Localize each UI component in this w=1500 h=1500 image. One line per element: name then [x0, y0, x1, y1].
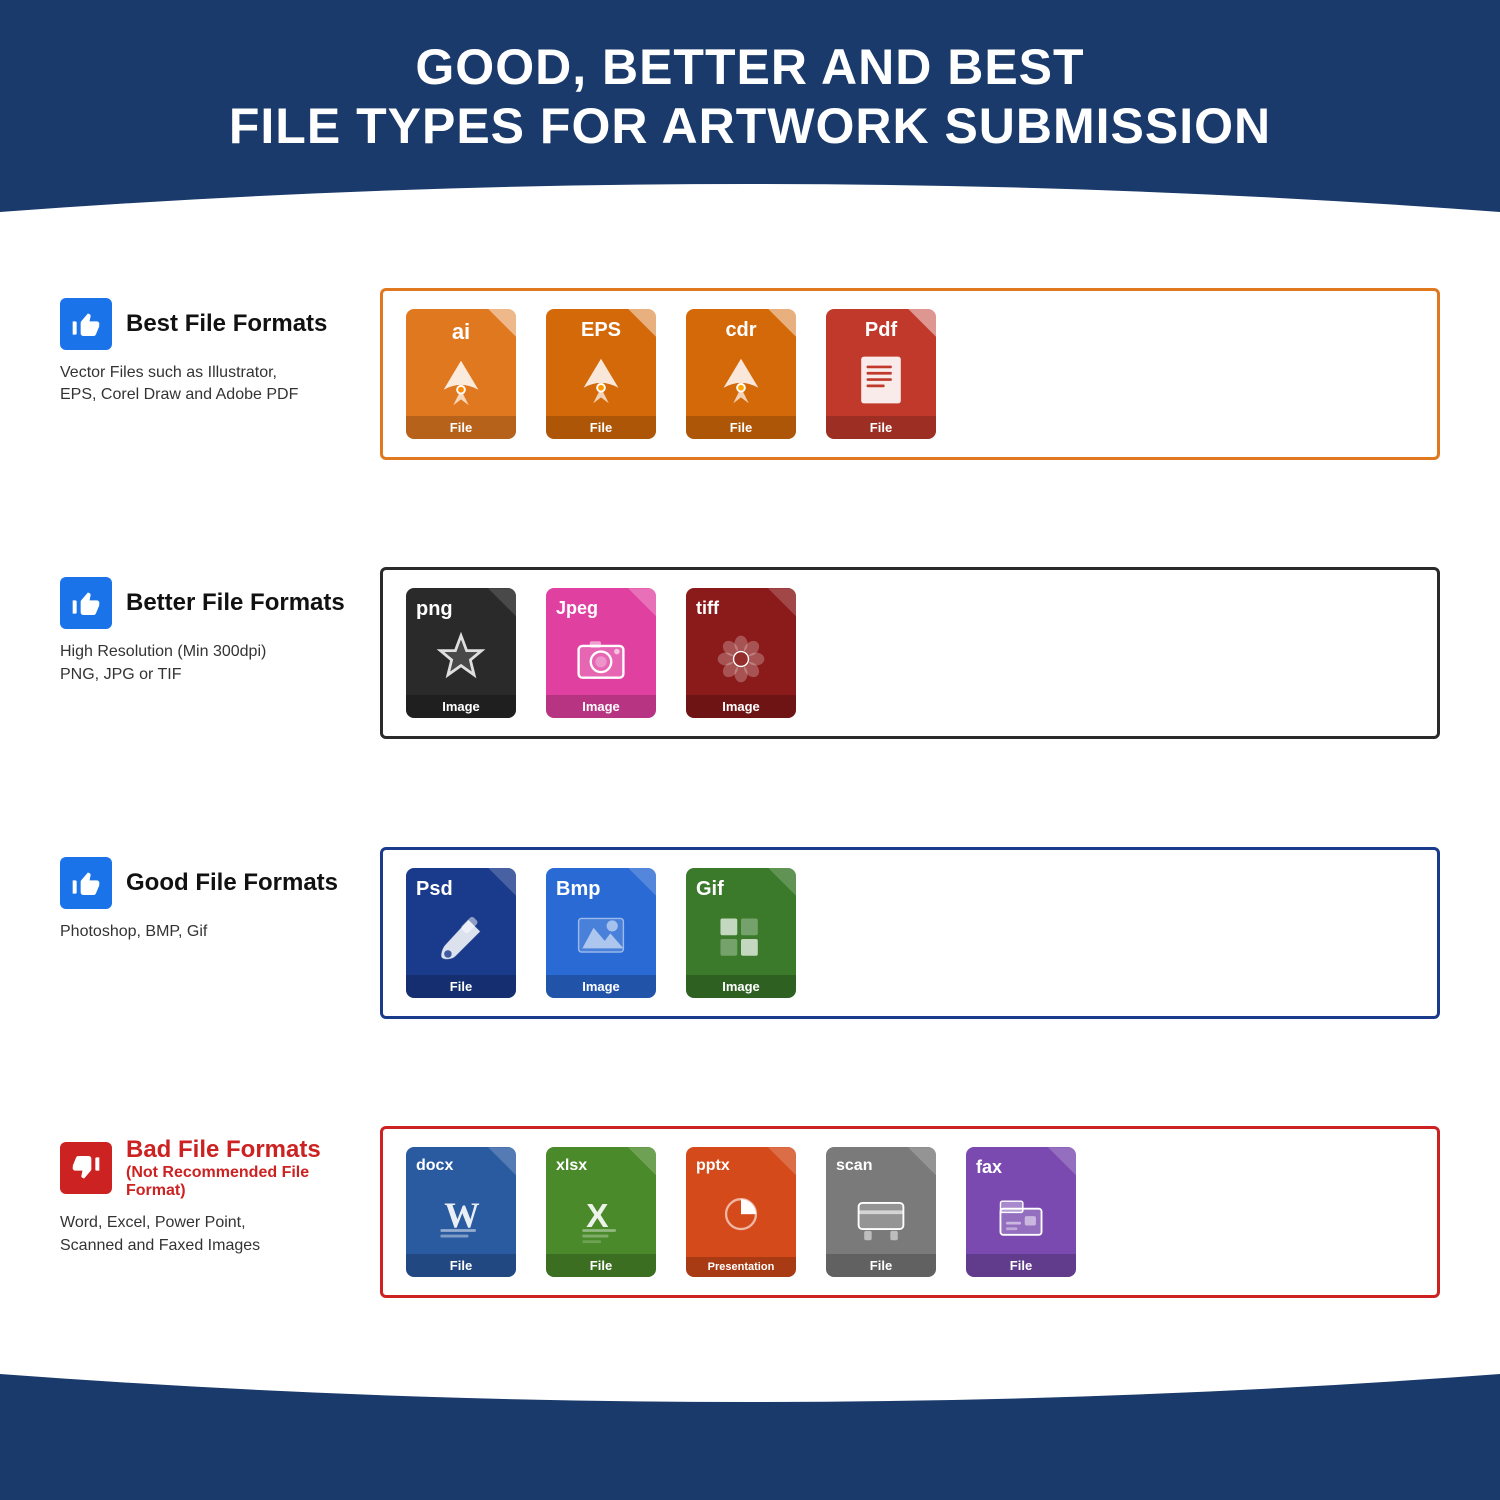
label-good: Good File Formats Photoshop, BMP, Gif [60, 847, 380, 1019]
files-bad: docx W File [380, 1126, 1440, 1298]
file-pdf: Pdf File [821, 309, 941, 439]
label-bad: Bad File Formats (Not Recommended File F… [60, 1126, 380, 1298]
files-best: ai File [380, 288, 1440, 460]
thumbup-icon-good [60, 857, 112, 909]
label-tiff: Image [686, 695, 796, 718]
label-better: Better File Formats High Resolution (Min… [60, 567, 380, 739]
label-eps: File [546, 416, 656, 439]
star-icon-png [433, 632, 489, 688]
pen-nib-icon-cdr [712, 351, 770, 409]
label-fax: File [966, 1254, 1076, 1277]
row-best: Best File Formats Vector Files such as I… [60, 288, 1440, 460]
ppt-icon [713, 1188, 769, 1244]
thumbdown-icon-bad [60, 1142, 112, 1194]
file-ai: ai File [401, 309, 521, 439]
title-better: Better File Formats [126, 589, 345, 617]
content-rows: Best File Formats Vector Files such as I… [0, 212, 1500, 1374]
title-best: Best File Formats [126, 310, 327, 338]
file-scan: scan File [821, 1147, 941, 1277]
files-better: png Image Jpeg [380, 567, 1440, 739]
label-docx: File [406, 1254, 516, 1277]
grid-icon-gif [713, 911, 769, 967]
desc-bad: Word, Excel, Power Point,Scanned and Fax… [60, 1212, 360, 1257]
label-header-good: Good File Formats [60, 857, 360, 909]
file-jpeg: Jpeg Image [541, 588, 661, 718]
scanner-icon [853, 1188, 909, 1244]
files-good: Psd File [380, 847, 1440, 1019]
label-ai: File [406, 416, 516, 439]
file-gif: Gif Image [681, 868, 801, 998]
label-best: Best File Formats Vector Files such as I… [60, 288, 380, 460]
file-bmp: Bmp Image [541, 868, 661, 998]
thumbdown-svg [70, 1152, 102, 1184]
bottom-banner [0, 1430, 1500, 1500]
file-eps: EPS File [541, 309, 661, 439]
label-xlsx: File [546, 1254, 656, 1277]
camera-icon-jpeg [573, 631, 629, 687]
curve-bottom [0, 1374, 1500, 1430]
label-cdr: File [686, 416, 796, 439]
file-tiff: tiff [681, 588, 801, 718]
pen-nib-icon-ai [432, 353, 490, 411]
row-bad: Bad File Formats (Not Recommended File F… [60, 1126, 1440, 1298]
title-good: Good File Formats [126, 869, 338, 897]
row-better: Better File Formats High Resolution (Min… [60, 567, 1440, 739]
file-png: png Image [401, 588, 521, 718]
flower-icon-tiff [713, 631, 769, 687]
thumbup-svg-better [70, 587, 102, 619]
excel-icon: X [573, 1188, 629, 1244]
mountain-icon-bmp [573, 911, 629, 967]
file-docx: docx W File [401, 1147, 521, 1277]
title-bad: Bad File Formats [126, 1136, 360, 1164]
desc-good: Photoshop, BMP, Gif [60, 921, 360, 943]
top-banner: GOOD, BETTER AND BEST FILE TYPES FOR ART… [0, 0, 1500, 156]
ext-eps: EPS [571, 309, 631, 342]
file-xlsx: xlsx X File [541, 1147, 661, 1277]
label-pdf: File [826, 416, 936, 439]
desc-better: High Resolution (Min 300dpi)PNG, JPG or … [60, 641, 360, 686]
label-jpeg: Image [546, 695, 656, 718]
thumbup-svg [70, 308, 102, 340]
file-cdr: cdr File [681, 309, 801, 439]
brush-icon-psd [433, 911, 489, 967]
file-pptx: pptx Presentation [681, 1147, 801, 1277]
file-psd: Psd File [401, 868, 521, 998]
desc-best: Vector Files such as Illustrator,EPS, Co… [60, 362, 360, 407]
label-gif: Image [686, 975, 796, 998]
fax-icon [993, 1190, 1049, 1246]
label-png: Image [406, 695, 516, 718]
label-scan: File [826, 1254, 936, 1277]
subtitle-bad: (Not Recommended File Format) [126, 1164, 360, 1200]
label-psd: File [406, 975, 516, 998]
pen-nib-icon-eps [572, 351, 630, 409]
label-header-better: Better File Formats [60, 577, 360, 629]
page-wrapper: GOOD, BETTER AND BEST FILE TYPES FOR ART… [0, 0, 1500, 1500]
word-icon: W [433, 1188, 489, 1244]
ext-cdr: cdr [715, 309, 766, 342]
doc-icon-pdf [854, 348, 908, 412]
page-title: GOOD, BETTER AND BEST FILE TYPES FOR ART… [229, 38, 1271, 156]
row-good: Good File Formats Photoshop, BMP, Gif Ps… [60, 847, 1440, 1019]
label-header-best: Best File Formats [60, 298, 360, 350]
thumbup-icon-better [60, 577, 112, 629]
ext-ai: ai [442, 309, 480, 345]
thumbup-svg-good [70, 867, 102, 899]
curve-top [0, 156, 1500, 212]
label-bmp: Image [546, 975, 656, 998]
file-fax: fax File [961, 1147, 1081, 1277]
thumbup-icon-best [60, 298, 112, 350]
ext-pdf: Pdf [855, 309, 907, 342]
label-header-bad: Bad File Formats (Not Recommended File F… [60, 1136, 360, 1200]
label-pptx: Presentation [686, 1257, 796, 1277]
